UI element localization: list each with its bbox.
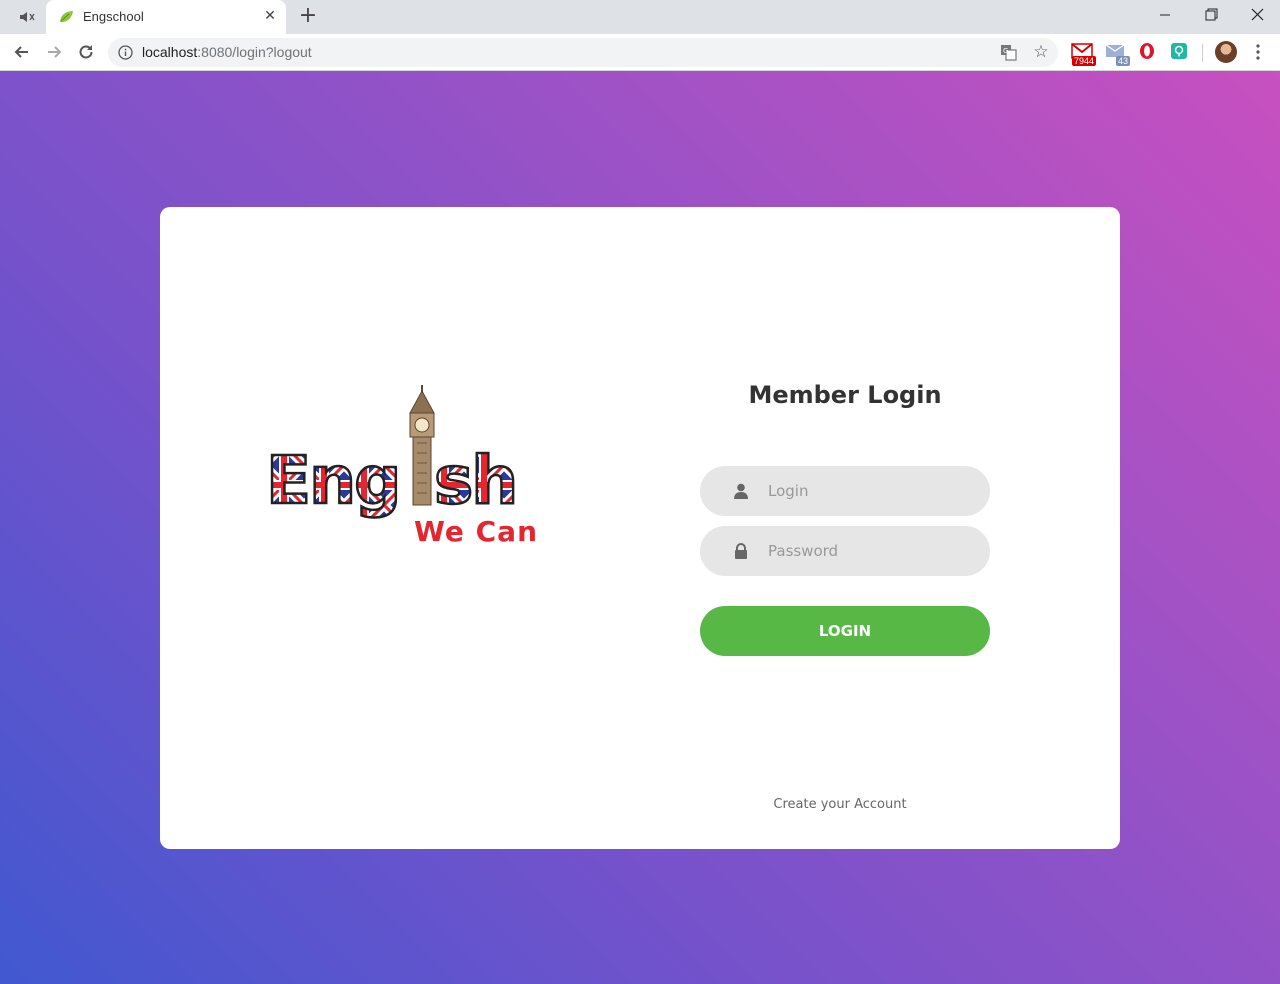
new-tab-button[interactable]: +	[298, 5, 318, 27]
lock-icon	[734, 543, 748, 559]
mail-extension-icon[interactable]: 43	[1105, 42, 1130, 66]
password-input[interactable]	[768, 526, 968, 576]
window-close-icon[interactable]	[1245, 4, 1269, 26]
english-we-can-logo: Eng sh We Can	[264, 385, 554, 548]
user-icon	[734, 483, 748, 499]
speaker-muted-icon[interactable]	[18, 9, 38, 25]
svg-text:sh: sh	[434, 442, 516, 519]
close-icon[interactable]: ✕	[262, 8, 278, 24]
gmail-extension-icon[interactable]: 7944	[1071, 42, 1096, 66]
browser-tab[interactable]: Engschool ✕	[46, 0, 286, 34]
login-card: Eng sh We Can Member Login LOGIN Create …	[160, 207, 1120, 849]
svg-text:G: G	[1003, 47, 1008, 55]
toolbar-divider	[1202, 44, 1203, 62]
address-bar[interactable]: localhost:8080/login?logout G ☆	[108, 38, 1058, 67]
forward-arrow-icon[interactable]	[44, 42, 64, 62]
tab-strip: Engschool ✕ +	[0, 0, 1280, 34]
login-field	[700, 466, 990, 516]
gmail-badge: 7944	[1071, 56, 1096, 66]
restore-icon[interactable]	[1199, 4, 1223, 26]
browser-toolbar: localhost:8080/login?logout G ☆ 7944 43	[0, 34, 1280, 71]
reload-icon[interactable]	[76, 42, 96, 62]
menu-dots-icon[interactable]	[1249, 42, 1267, 62]
leaf-icon	[58, 9, 74, 25]
mail-badge: 43	[1115, 56, 1130, 66]
back-arrow-icon[interactable]	[12, 42, 32, 62]
avatar[interactable]	[1215, 41, 1237, 63]
info-icon[interactable]	[118, 45, 133, 60]
tab-title: Engschool	[83, 9, 144, 24]
password-field	[700, 526, 990, 576]
translate-icon[interactable]: G	[1000, 44, 1017, 61]
opera-extension-icon[interactable]	[1138, 42, 1160, 64]
login-button[interactable]: LOGIN	[700, 606, 990, 656]
login-input[interactable]	[768, 466, 968, 516]
url-text: localhost:8080/login?logout	[142, 44, 312, 60]
svg-text:Eng: Eng	[266, 442, 399, 519]
location-extension-icon[interactable]	[1170, 42, 1192, 64]
bookmark-star-icon[interactable]: ☆	[1032, 43, 1050, 61]
page-background: Eng sh We Can Member Login LOGIN Create …	[0, 71, 1280, 984]
page-title: Member Login	[748, 381, 942, 409]
svg-text:We Can: We Can	[414, 515, 538, 545]
create-account-link[interactable]: Create your Account	[700, 797, 980, 812]
minimize-icon[interactable]	[1153, 4, 1177, 26]
